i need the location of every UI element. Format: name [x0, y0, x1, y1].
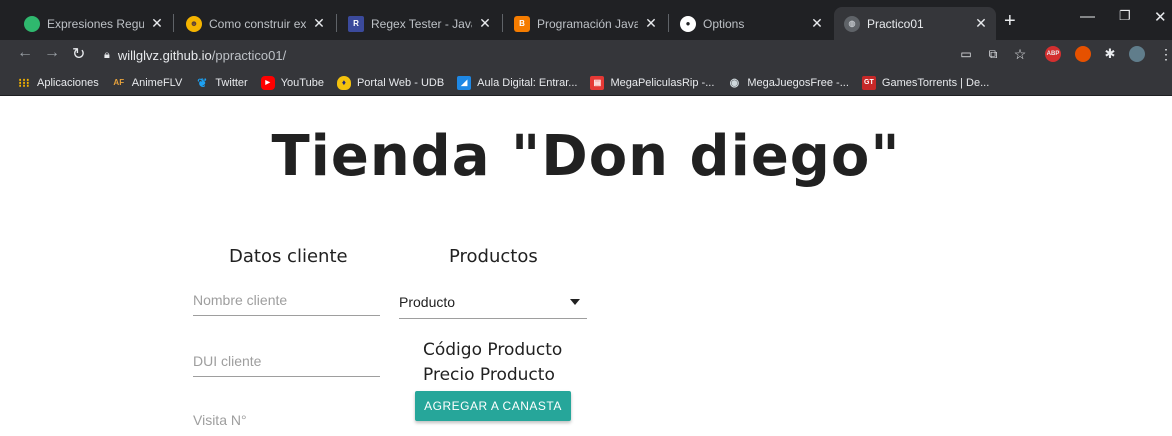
forward-icon[interactable]: → — [44, 44, 60, 62]
page-title: Tienda "Don diego" — [271, 124, 901, 189]
close-icon[interactable]: ✕ — [150, 15, 164, 32]
tab-separator — [173, 14, 174, 32]
adblock-icon[interactable]: ABP — [1045, 46, 1061, 62]
visita-field[interactable] — [193, 406, 380, 436]
regex-tester-icon: R — [348, 15, 364, 32]
aula-digital-icon: ◢ — [457, 75, 472, 90]
tab-title: Regex Tester - Javascrip — [371, 16, 472, 31]
agregar-a-canasta-button[interactable]: AGREGAR A CANASTA — [415, 391, 571, 421]
bookmark-label: YouTube — [280, 76, 324, 89]
menu-kebab-icon[interactable]: ⋮ — [1158, 46, 1172, 62]
avatar[interactable] — [1129, 46, 1145, 62]
gamestorrents-icon: GT — [861, 75, 876, 90]
bookmark-label: Portal Web - UDB — [356, 76, 445, 89]
bookmark-youtube[interactable]: ▶ YouTube — [260, 75, 324, 90]
extension-icon[interactable] — [1075, 46, 1091, 62]
bookmark-label: GamesTorrents | De... — [881, 76, 990, 89]
close-icon[interactable]: ✕ — [312, 15, 326, 32]
animeflv-icon: AF — [113, 78, 125, 87]
tab-separator — [502, 14, 503, 32]
productos-heading: Productos — [449, 246, 538, 267]
tab-expresiones-regulares[interactable]: Expresiones Regulares en ✕ — [14, 7, 172, 40]
close-icon[interactable]: ✕ — [810, 15, 824, 32]
page-content: Tienda "Don diego" Datos cliente Product… — [0, 96, 1172, 434]
clapper-icon: ▤ — [590, 75, 605, 90]
blogger-icon: B — [514, 15, 530, 32]
twitter-icon: ❦ — [197, 75, 208, 90]
nombre-cliente-field[interactable] — [193, 286, 380, 316]
bookmark-gamestorrents[interactable]: GT GamesTorrents | De... — [861, 75, 990, 90]
github-icon: ● — [680, 15, 696, 32]
globe-icon: ◍ — [844, 15, 860, 32]
close-icon[interactable]: ✕ — [644, 15, 658, 32]
reload-icon[interactable]: ↻ — [72, 44, 85, 64]
close-icon[interactable]: ✕ — [974, 15, 988, 32]
tab-como-construir[interactable]: ☻ Como construir expresio ✕ — [176, 7, 334, 40]
bookmark-label: Aplicaciones — [37, 76, 99, 89]
bookmark-twitter[interactable]: ❦ Twitter — [195, 76, 247, 90]
back-icon[interactable]: ← — [17, 44, 33, 62]
restore-icon[interactable]: ❐ — [1119, 8, 1131, 24]
lock-icon: 🔒︎ — [104, 48, 110, 61]
regex-icon — [24, 15, 40, 32]
bookmarks-bar: ⁝⁝⁝ Aplicaciones AF AnimeFLV ❦ Twitter ▶… — [0, 70, 1172, 96]
browser-tab-strip: Expresiones Regulares en ✕ ☻ Como constr… — [0, 0, 1172, 40]
tab-title: Practico01 — [867, 16, 924, 31]
bookmark-label: AnimeFLV — [131, 76, 183, 89]
minimize-icon[interactable]: — — [1080, 8, 1095, 25]
udb-icon: ♦ — [336, 75, 351, 90]
apps-grid-icon: ⁝⁝⁝ — [18, 75, 30, 90]
browser-toolbar: ← → ↻ 🔒︎ willglvz.github.io/ppractico01/… — [0, 40, 1172, 70]
tab-separator — [668, 14, 669, 32]
tab-title: Expresiones Regulares en — [47, 16, 144, 31]
tab-title: Como construir expresio — [209, 16, 306, 31]
bookmark-label: MegaPeliculasRip -... — [610, 76, 715, 89]
cast-icon[interactable]: ▭ — [958, 46, 974, 62]
dropdown-caret-icon — [570, 298, 580, 305]
address-bar[interactable]: 🔒︎ willglvz.github.io/ppractico01/ — [104, 43, 932, 67]
url-path: /ppractico01/ — [211, 47, 287, 63]
bookmark-aula-digital[interactable]: ◢ Aula Digital: Entrar... — [457, 75, 578, 90]
producto-select[interactable]: Producto — [399, 285, 587, 319]
bookmark-label: MegaJuegosFree -... — [747, 76, 849, 89]
translate-icon[interactable]: ⧉ — [985, 46, 1001, 62]
dui-cliente-field[interactable] — [193, 347, 380, 377]
youtube-icon: ▶ — [260, 75, 275, 90]
tab-separator — [336, 14, 337, 32]
tab-title: Programación Java: Ejer — [537, 16, 638, 31]
tab-programacion-java[interactable]: B Programación Java: Ejer ✕ — [504, 7, 666, 40]
emoji-icon: ☻ — [186, 15, 202, 32]
dui-cliente-input[interactable] — [193, 347, 380, 375]
tab-regex-tester[interactable]: R Regex Tester - Javascrip ✕ — [338, 7, 500, 40]
producto-select-value: Producto — [399, 293, 456, 310]
bookmark-label: Twitter — [215, 76, 248, 89]
close-window-icon[interactable]: ✕ — [1154, 8, 1167, 26]
new-tab-button[interactable]: + — [1004, 10, 1016, 33]
url-host: willglvz.github.io — [117, 47, 212, 63]
codigo-producto-label: Código Producto — [423, 340, 563, 360]
bookmark-megajuegosfree[interactable]: ◉ MegaJuegosFree -... — [727, 76, 849, 90]
bookmark-portal-udb[interactable]: ♦ Portal Web - UDB — [336, 75, 445, 90]
bookmark-aplicaciones[interactable]: ⁝⁝⁝ Aplicaciones — [17, 76, 99, 90]
gamepad-icon: ◉ — [729, 77, 740, 89]
tab-options[interactable]: ● Options ✕ — [670, 7, 832, 40]
close-icon[interactable]: ✕ — [478, 15, 492, 32]
visita-input[interactable] — [193, 406, 380, 434]
puzzle-extensions-icon[interactable]: ✱ — [1102, 46, 1118, 62]
datos-cliente-heading: Datos cliente — [229, 246, 348, 267]
tab-title: Options — [703, 16, 745, 31]
nombre-cliente-input[interactable] — [193, 286, 380, 314]
bookmark-megapeliculasrip[interactable]: ▤ MegaPeliculasRip -... — [590, 75, 715, 90]
precio-producto-label: Precio Producto — [423, 365, 555, 385]
bookmark-label: Aula Digital: Entrar... — [477, 76, 578, 89]
tab-practico01[interactable]: ◍ Practico01 ✕ — [834, 7, 996, 40]
bookmark-animeflv[interactable]: AF AnimeFLV — [112, 76, 183, 90]
bookmark-star-icon[interactable]: ☆ — [1012, 46, 1028, 62]
